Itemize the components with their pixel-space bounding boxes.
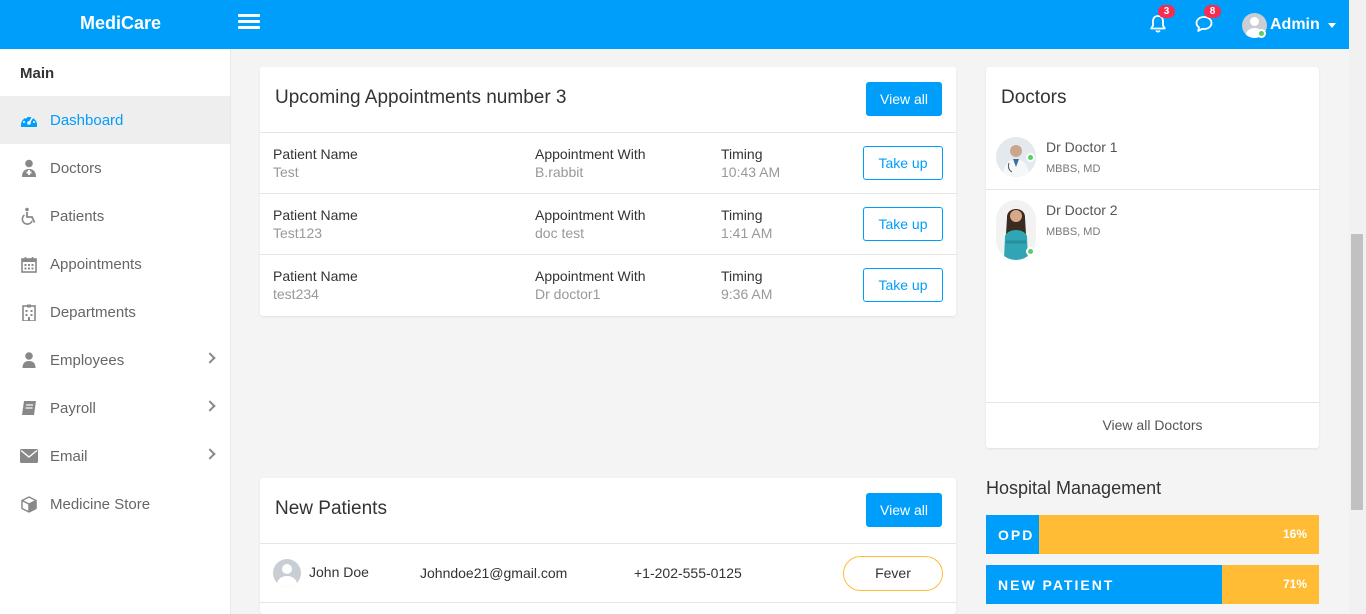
sidebar-item-medicine-store[interactable]: Medicine Store (0, 480, 230, 528)
messages-badge: 8 (1204, 5, 1221, 18)
sidebar-item-dashboard[interactable]: Dashboard (0, 96, 230, 144)
wheelchair-icon (20, 207, 38, 225)
sidebar-item-label: Employees (50, 351, 125, 369)
new-patient-progress-bar: NEW PATIENT 71% (986, 565, 1319, 604)
appointment-with: doc test (535, 225, 585, 241)
doctor-name: Dr Doctor 1 (1046, 139, 1118, 155)
chevron-right-icon (204, 400, 216, 412)
doctor-icon (20, 159, 38, 177)
sidebar-item-payroll[interactable]: Payroll (0, 384, 230, 432)
card-title: Doctors (1001, 87, 1067, 108)
chevron-right-icon (204, 448, 216, 460)
top-header: MediCare 3 8 Admin (0, 0, 1349, 49)
sidebar-item-label: Appointments (50, 255, 142, 273)
col-label: Timing (721, 146, 763, 162)
new-patients-card: New Patients View all John Doe Johndoe21… (260, 478, 956, 614)
sidebar: Main Dashboard Doctors Patients Appointm… (0, 49, 231, 614)
patient-email: Johndoe21@gmail.com (420, 565, 568, 581)
col-label: Patient Name (273, 146, 358, 162)
sidebar-item-label: Medicine Store (50, 495, 151, 513)
progress-value: 71% (1282, 577, 1307, 591)
sidebar-item-label: Email (50, 447, 88, 465)
doctor-degree: MBBS, MD (1046, 163, 1101, 175)
opd-progress-bar: OPD 16% (986, 515, 1319, 554)
sidebar-item-employees[interactable]: Employees (0, 336, 230, 384)
appointments-card: Upcoming Appointments number 3 View all … (260, 67, 956, 316)
chevron-down-icon (1327, 22, 1336, 28)
envelope-icon (20, 447, 38, 465)
timing: 10:43 AM (721, 164, 781, 180)
avatar (273, 559, 301, 587)
sidebar-item-label: Departments (50, 303, 136, 321)
messages-icon[interactable]: 8 (1194, 5, 1221, 36)
hospital-icon (20, 303, 38, 321)
table-row: Patient Name Test Appointment With B.rab… (260, 132, 956, 193)
view-all-doctors-link[interactable]: View all Doctors (986, 402, 1319, 448)
patient-name: Test (273, 164, 299, 180)
doctor-name: Dr Doctor 2 (1046, 202, 1118, 218)
timing: 9:36 AM (721, 286, 773, 302)
doctors-card: Doctors Dr Doctor 1 MBBS, MD Dr Doctor 2… (986, 67, 1319, 448)
appointment-with: B.rabbit (535, 164, 584, 180)
col-label: Appointment With (535, 207, 646, 223)
progress-value: 16% (1282, 527, 1307, 541)
take-up-button[interactable]: Take up (863, 207, 943, 241)
hospital-management-title: Hospital Management (986, 478, 1162, 498)
col-label: Timing (721, 207, 763, 223)
col-label: Timing (721, 268, 763, 284)
doctor-degree: MBBS, MD (1046, 226, 1101, 238)
notifications-badge: 3 (1158, 5, 1175, 18)
table-row: Patient Name test234 Appointment With Dr… (260, 254, 956, 316)
condition-badge[interactable]: Fever (843, 556, 943, 591)
list-item[interactable]: Dr Doctor 2 MBBS, MD (986, 190, 1319, 260)
col-label: Patient Name (273, 207, 358, 223)
notifications-bell-icon[interactable]: 3 (1148, 5, 1175, 36)
sidebar-item-label: Patients (50, 207, 105, 225)
sidebar-item-email[interactable]: Email (0, 432, 230, 480)
sidebar-item-label: Payroll (50, 399, 96, 417)
app-logo[interactable]: MediCare (80, 13, 161, 34)
online-status-dot (1026, 247, 1035, 256)
cube-icon (20, 495, 38, 513)
view-all-appointments-button[interactable]: View all (866, 82, 942, 116)
patient-name: Test123 (273, 225, 323, 241)
view-all-patients-button[interactable]: View all (866, 493, 942, 527)
sidebar-item-departments[interactable]: Departments (0, 288, 230, 336)
timing: 1:41 AM (721, 225, 773, 241)
card-title: Upcoming Appointments number 3 (275, 87, 567, 108)
col-label: Appointment With (535, 146, 646, 162)
sidebar-item-patients[interactable]: Patients (0, 192, 230, 240)
chevron-right-icon (204, 352, 216, 364)
user-menu[interactable]: Admin (1242, 12, 1336, 38)
menu-toggle-icon[interactable] (238, 14, 260, 34)
book-icon (20, 399, 38, 417)
patient-name: John Doe (309, 564, 369, 580)
col-label: Appointment With (535, 268, 646, 284)
online-status-dot (1026, 153, 1035, 162)
take-up-button[interactable]: Take up (863, 146, 943, 180)
list-item[interactable]: Dr Doctor 1 MBBS, MD (986, 127, 1319, 190)
user-name: Admin (1270, 16, 1320, 33)
table-row: Patient Name Test123 Appointment With do… (260, 193, 956, 254)
progress-label: OPD (998, 527, 1035, 543)
scrollbar-thumb[interactable] (1351, 234, 1363, 510)
online-status-dot (1257, 29, 1266, 38)
user-icon (20, 351, 38, 369)
page-scrollbar[interactable] (1349, 0, 1366, 614)
patient-phone: +1-202-555-0125 (634, 565, 742, 581)
take-up-button[interactable]: Take up (863, 268, 943, 302)
sidebar-item-label: Dashboard (50, 111, 124, 129)
sidebar-section-title: Main (20, 65, 55, 82)
sidebar-item-doctors[interactable]: Doctors (0, 144, 230, 192)
progress-label: NEW PATIENT (998, 577, 1115, 593)
col-label: Patient Name (273, 268, 358, 284)
sidebar-item-label: Doctors (50, 159, 102, 177)
table-row: John Doe Johndoe21@gmail.com +1-202-555-… (260, 543, 956, 603)
appointment-with: Dr doctor1 (535, 286, 601, 302)
dashboard-icon (20, 111, 38, 129)
sidebar-item-appointments[interactable]: Appointments (0, 240, 230, 288)
card-title: New Patients (275, 498, 387, 519)
calendar-icon (20, 255, 38, 273)
patient-name: test234 (273, 286, 319, 302)
